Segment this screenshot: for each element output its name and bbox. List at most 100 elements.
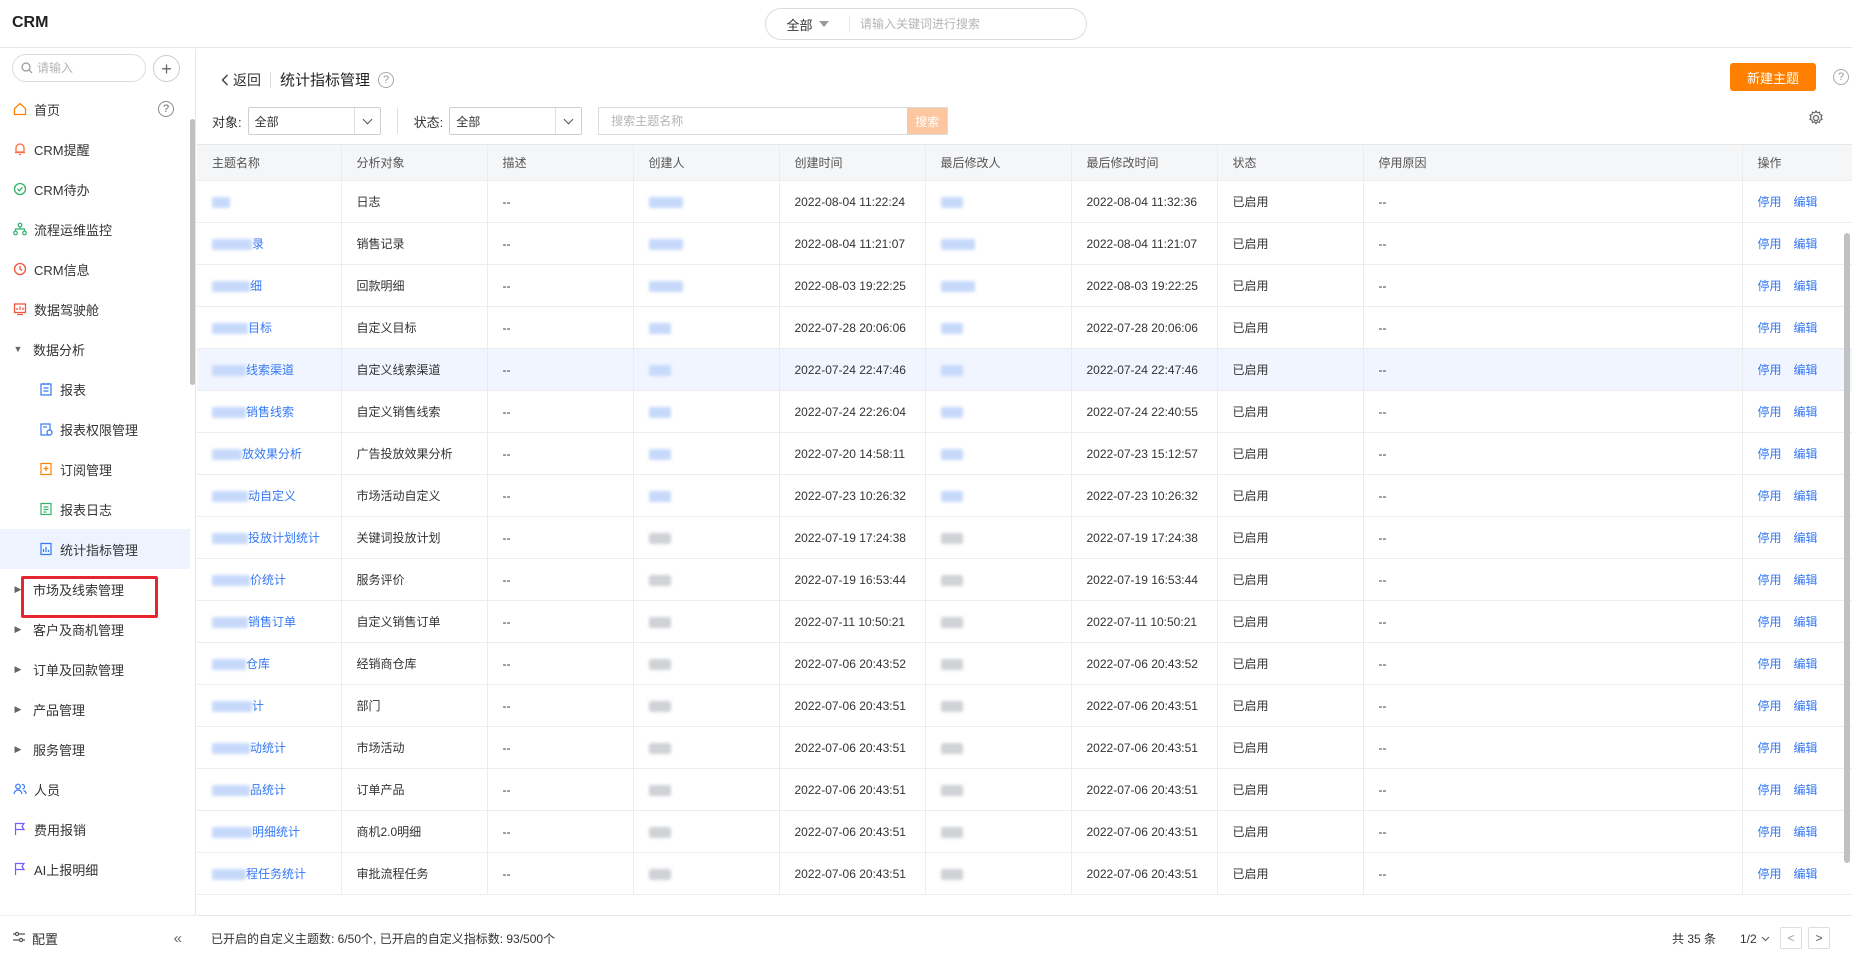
column-header[interactable]: 状态	[1217, 144, 1364, 181]
sidebar-item-expense[interactable]: 费用报销	[0, 809, 190, 849]
edit-button[interactable]: 编辑	[1794, 615, 1818, 629]
table-row[interactable]: 录销售记录 -- 2022-08-04 11:21:07 2022-08-04 11:…	[197, 222, 1852, 265]
topic-name[interactable]: 品统计	[250, 783, 286, 797]
disable-button[interactable]: 停用	[1758, 237, 1782, 251]
sidebar-search[interactable]	[12, 54, 146, 82]
global-search[interactable]: 全部	[765, 8, 1087, 40]
table-row[interactable]: 线索渠道 自定义线索渠道 -- 2022-07-24 22:47:46 2022-07-…	[197, 348, 1852, 391]
topic-name-cell[interactable]: 目标	[197, 306, 342, 349]
table-row[interactable]: 计部门 -- 2022-07-06 20:43:51 2022-07-06 20:43…	[197, 684, 1852, 727]
search-scope-select[interactable]: 全部	[766, 16, 850, 33]
table-row[interactable]: 价统计 服务评价 -- 2022-07-19 16:53:44 2022-07-19 1…	[197, 558, 1852, 601]
table-row[interactable]: 动自定义 市场活动自定义 -- 2022-07-23 10:26:32 2022-07-…	[197, 474, 1852, 517]
sidebar-item-order-payment[interactable]: ▶ 订单及回款管理	[0, 649, 190, 689]
edit-button[interactable]: 编辑	[1794, 237, 1818, 251]
sidebar-item-data-cockpit[interactable]: 数据驾驶舱	[0, 289, 190, 329]
topic-name-cell[interactable]: 动自定义	[197, 474, 342, 517]
column-header[interactable]: 分析对象	[341, 144, 488, 181]
disable-button[interactable]: 停用	[1758, 783, 1782, 797]
topic-name[interactable]: 动自定义	[248, 489, 296, 503]
topic-name[interactable]: 放效果分析	[242, 447, 302, 461]
topic-name-cell[interactable]: 仓库	[197, 642, 342, 685]
sidebar-item-report-log[interactable]: 报表日志	[0, 489, 190, 529]
edit-button[interactable]: 编辑	[1794, 279, 1818, 293]
table-row[interactable]: 目标 自定义目标 -- 2022-07-28 20:06:06 2022-07-28 2…	[197, 306, 1852, 349]
table-row[interactable]: 放效果分析 广告投放效果分析 -- 2022-07-20 14:58:11 2022-0…	[197, 432, 1852, 475]
disable-button[interactable]: 停用	[1758, 615, 1782, 629]
edit-button[interactable]: 编辑	[1794, 195, 1818, 209]
gear-icon[interactable]	[1807, 109, 1825, 127]
edit-button[interactable]: 编辑	[1794, 573, 1818, 587]
collapse-sidebar-icon[interactable]: «	[174, 930, 182, 947]
column-header[interactable]: 最后修改人	[925, 144, 1072, 181]
table-row[interactable]: 销售线索 自定义销售线索 -- 2022-07-24 22:26:04 2022-07-…	[197, 390, 1852, 433]
column-header[interactable]: 创建人	[633, 144, 780, 181]
sidebar-item-report[interactable]: 报表	[0, 369, 190, 409]
search-button[interactable]: 搜索	[907, 108, 948, 134]
disable-button[interactable]: 停用	[1758, 573, 1782, 587]
disable-button[interactable]: 停用	[1758, 405, 1782, 419]
edit-button[interactable]: 编辑	[1794, 867, 1818, 881]
table-row[interactable]: 仓库 经销商仓库 -- 2022-07-06 20:43:52 2022-07-06 2…	[197, 642, 1852, 685]
table-row[interactable]: 细回款明细 -- 2022-08-03 19:22:25 2022-08-03 19:…	[197, 264, 1852, 307]
back-button[interactable]: 返回	[221, 70, 261, 90]
help-icon[interactable]: ?	[1833, 69, 1849, 85]
topic-name[interactable]: 投放计划统计	[248, 531, 320, 545]
disable-button[interactable]: 停用	[1758, 195, 1782, 209]
topic-name[interactable]: 计	[252, 699, 264, 713]
sidebar-item-market-leads[interactable]: ▶ 市场及线索管理	[0, 569, 190, 609]
topic-name[interactable]: 目标	[248, 321, 272, 335]
sidebar-item-report-permission[interactable]: 报表权限管理	[0, 409, 190, 449]
topic-name[interactable]: 销售订单	[248, 615, 296, 629]
edit-button[interactable]: 编辑	[1794, 363, 1818, 377]
topic-name[interactable]: 录	[252, 237, 264, 251]
prev-page-button[interactable]: <	[1780, 927, 1802, 949]
table-row[interactable]: 销售订单 自定义销售订单 -- 2022-07-11 10:50:21 2022-07-…	[197, 600, 1852, 643]
disable-button[interactable]: 停用	[1758, 699, 1782, 713]
table-row[interactable]: 品统计 订单产品 -- 2022-07-06 20:43:51 2022-07-06 2…	[197, 768, 1852, 811]
new-topic-button[interactable]: 新建主题	[1730, 63, 1816, 91]
table-row[interactable]: 明细统计 商机2.0明细 -- 2022-07-06 20:43:51 2022-07-…	[197, 810, 1852, 853]
column-header[interactable]: 创建时间	[779, 144, 926, 181]
table-row[interactable]: 程任务统计 审批流程任务 -- 2022-07-06 20:43:51 2022-07-…	[197, 852, 1852, 895]
topic-name-cell[interactable]: 销售订单	[197, 600, 342, 643]
global-search-input[interactable]	[850, 10, 1086, 38]
sidebar-item-ai-report[interactable]: AI上报明细	[0, 849, 190, 889]
page-selector[interactable]: 1/2	[1740, 932, 1770, 946]
disable-button[interactable]: 停用	[1758, 741, 1782, 755]
column-header[interactable]: 停用原因	[1363, 144, 1743, 181]
topic-name[interactable]: 细	[250, 279, 262, 293]
topic-name-cell[interactable]: 程任务统计	[197, 852, 342, 895]
topic-name-cell[interactable]: 动统计	[197, 726, 342, 769]
table-scrollbar[interactable]	[1844, 233, 1850, 863]
sidebar-item-metrics-management[interactable]: 统计指标管理	[0, 529, 190, 569]
topic-name-cell[interactable]: 销售线索	[197, 390, 342, 433]
edit-button[interactable]: 编辑	[1794, 699, 1818, 713]
edit-button[interactable]: 编辑	[1794, 741, 1818, 755]
edit-button[interactable]: 编辑	[1794, 783, 1818, 797]
table-row[interactable]: 投放计划统计 关键词投放计划 -- 2022-07-19 17:24:38 2022-0…	[197, 516, 1852, 559]
disable-button[interactable]: 停用	[1758, 531, 1782, 545]
topic-name-cell[interactable]: 明细统计	[197, 810, 342, 853]
edit-button[interactable]: 编辑	[1794, 489, 1818, 503]
sidebar-item-service[interactable]: ▶ 服务管理	[0, 729, 190, 769]
topic-name-cell[interactable]: 计	[197, 684, 342, 727]
disable-button[interactable]: 停用	[1758, 489, 1782, 503]
sidebar-item-people[interactable]: 人员	[0, 769, 190, 809]
sidebar-scrollbar[interactable]	[190, 119, 195, 385]
topic-name[interactable]: 线索渠道	[246, 363, 294, 377]
disable-button[interactable]: 停用	[1758, 279, 1782, 293]
disable-button[interactable]: 停用	[1758, 363, 1782, 377]
disable-button[interactable]: 停用	[1758, 321, 1782, 335]
topic-name-cell[interactable]: 录	[197, 222, 342, 265]
topic-name-cell[interactable]: 放效果分析	[197, 432, 342, 475]
topic-name-cell[interactable]	[197, 180, 342, 223]
add-menu-button[interactable]: +	[153, 55, 180, 82]
help-icon[interactable]: ?	[378, 71, 395, 88]
topic-name[interactable]: 明细统计	[252, 825, 300, 839]
topic-search-input[interactable]	[599, 108, 908, 134]
edit-button[interactable]: 编辑	[1794, 657, 1818, 671]
disable-button[interactable]: 停用	[1758, 657, 1782, 671]
topic-name-cell[interactable]: 线索渠道	[197, 348, 342, 391]
column-header[interactable]: 主题名称	[197, 144, 342, 181]
